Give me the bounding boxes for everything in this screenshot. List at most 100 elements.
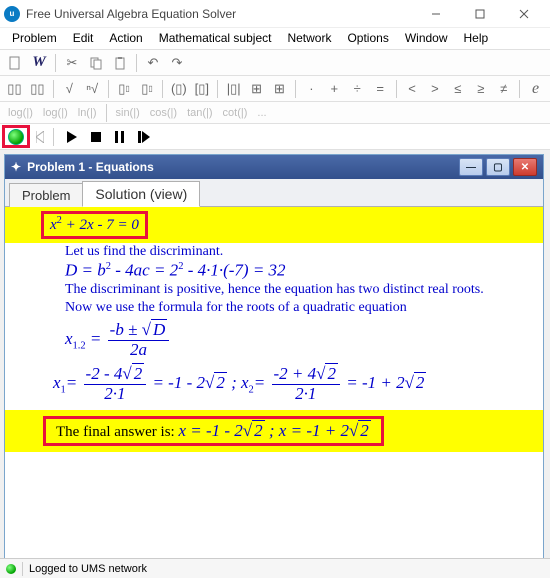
paren-icon[interactable]: (▯): [168, 78, 189, 100]
menu-problem[interactable]: Problem: [4, 28, 65, 49]
menu-options[interactable]: Options: [339, 28, 396, 49]
equation-box: x2 + 2x - 7 = 0: [41, 211, 148, 239]
wizard-icon[interactable]: W: [28, 52, 50, 74]
func-cot[interactable]: cot(|): [219, 107, 252, 119]
gt-icon[interactable]: >: [424, 78, 445, 100]
func-log2[interactable]: log(|): [39, 107, 72, 119]
child-title-bar[interactable]: ✦ Problem 1 - Equations — ▢ ✕: [5, 155, 543, 179]
frac-2col-icon[interactable]: ▯▯: [4, 78, 25, 100]
skip-back-icon[interactable]: [36, 131, 44, 143]
highlight-record: [2, 125, 30, 148]
child-window: ✦ Problem 1 - Equations — ▢ ✕ Problem So…: [4, 154, 544, 578]
separator: [519, 80, 520, 98]
mdi-area: ✦ Problem 1 - Equations — ▢ ✕ Problem So…: [0, 150, 550, 578]
final-answer-box: The final answer is: x = -1 - 2√2 ; x = …: [43, 416, 384, 446]
sub-icon[interactable]: ▯▯: [137, 78, 158, 100]
abs-icon[interactable]: |▯|: [223, 78, 244, 100]
pause-icon[interactable]: [111, 128, 129, 146]
tab-solution[interactable]: Solution (view): [82, 181, 200, 207]
toolbar-math: ▯▯ ▯▯ √ ⁿ√ ▯▯ ▯▯ (▯) [▯] |▯| ⊞ ⊞ · + ÷ =…: [0, 76, 550, 102]
separator: [53, 80, 54, 98]
equation-highlight: x2 + 2x - 7 = 0: [5, 207, 543, 243]
playback-toolbar: [0, 124, 550, 150]
final-answer-label: The final answer is:: [56, 424, 178, 440]
child-minimize-button[interactable]: —: [459, 158, 483, 176]
stop-icon[interactable]: [87, 128, 105, 146]
separator: [53, 128, 54, 146]
window-controls: [414, 0, 546, 28]
lt-icon[interactable]: <: [402, 78, 423, 100]
menu-edit[interactable]: Edit: [65, 28, 102, 49]
narrative-line-3: Now we use the formula for the roots of …: [5, 299, 543, 317]
separator: [106, 104, 107, 122]
child-close-button[interactable]: ✕: [513, 158, 537, 176]
grid2-icon[interactable]: ⊞: [269, 78, 290, 100]
root-formula: x1.2 = -b ± √D2a: [5, 317, 543, 359]
tab-row: Problem Solution (view): [5, 179, 543, 207]
redo-icon[interactable]: ↷: [166, 52, 188, 74]
sup-icon[interactable]: ▯▯: [114, 78, 135, 100]
undo-icon[interactable]: ↶: [142, 52, 164, 74]
equals-icon[interactable]: =: [370, 78, 391, 100]
narrative-line-2: The discriminant is positive, hence the …: [5, 281, 543, 299]
menu-math-subject[interactable]: Mathematical subject: [151, 28, 280, 49]
child-title-text: Problem 1 - Equations: [27, 160, 154, 174]
menu-help[interactable]: Help: [456, 28, 497, 49]
maximize-button[interactable]: [458, 0, 502, 28]
func-ln[interactable]: ln(|): [74, 107, 101, 119]
minimize-button[interactable]: [414, 0, 458, 28]
copy-icon[interactable]: [85, 52, 107, 74]
separator: [22, 562, 23, 576]
window-title: Free Universal Algebra Equation Solver: [26, 7, 414, 21]
ge-icon[interactable]: ≥: [470, 78, 491, 100]
toolbar-functions: log(|) log(|) ln(|) sin(|) cos(|) tan(|)…: [0, 102, 550, 124]
play-icon[interactable]: [63, 128, 81, 146]
func-cos[interactable]: cos(|): [146, 107, 181, 119]
func-more[interactable]: ...: [253, 107, 270, 119]
toolbar-main: W ✂ ↶ ↷: [0, 50, 550, 76]
separator: [396, 80, 397, 98]
root-values: x1= -2 - 4√22·1 = -1 - 2√2 ; x2= -2 + 4√…: [5, 359, 543, 403]
frac-3col-icon[interactable]: ▯▯: [27, 78, 48, 100]
separator: [162, 80, 163, 98]
menu-network[interactable]: Network: [279, 28, 339, 49]
dot-icon[interactable]: ·: [301, 78, 322, 100]
status-indicator-icon: [6, 564, 16, 574]
separator: [295, 80, 296, 98]
radical-icon[interactable]: √: [59, 78, 80, 100]
narrative-line-1: Let us find the discriminant.: [5, 243, 543, 261]
plus-icon[interactable]: +: [324, 78, 345, 100]
bracket-icon[interactable]: [▯]: [191, 78, 212, 100]
e-const-icon[interactable]: e: [525, 78, 546, 100]
step-icon[interactable]: [135, 128, 153, 146]
divide-icon[interactable]: ÷: [347, 78, 368, 100]
func-log1[interactable]: log(|): [4, 107, 37, 119]
final-answer-highlight: The final answer is: x = -1 - 2√2 ; x = …: [5, 410, 543, 452]
func-tan[interactable]: tan(|): [183, 107, 216, 119]
separator: [136, 54, 137, 72]
nth-root-icon[interactable]: ⁿ√: [82, 78, 103, 100]
paste-icon[interactable]: [109, 52, 131, 74]
separator: [217, 80, 218, 98]
menu-bar: Problem Edit Action Mathematical subject…: [0, 28, 550, 50]
solution-body: x2 + 2x - 7 = 0 Let us find the discrimi…: [5, 207, 543, 578]
separator: [108, 80, 109, 98]
separator: [55, 54, 56, 72]
app-icon: u: [4, 6, 20, 22]
menu-action[interactable]: Action: [101, 28, 150, 49]
menu-window[interactable]: Window: [397, 28, 456, 49]
close-button[interactable]: [502, 0, 546, 28]
discriminant-expr: D = b2 - 4ac = 22 - 4·1·(-7) = 32: [5, 261, 543, 280]
func-sin[interactable]: sin(|): [112, 107, 144, 119]
tab-problem[interactable]: Problem: [9, 183, 83, 207]
status-text: Logged to UMS network: [29, 563, 147, 575]
new-icon[interactable]: [4, 52, 26, 74]
status-bar: Logged to UMS network: [0, 558, 550, 578]
grid-icon[interactable]: ⊞: [246, 78, 267, 100]
cut-icon[interactable]: ✂: [61, 52, 83, 74]
child-maximize-button[interactable]: ▢: [486, 158, 510, 176]
record-icon[interactable]: [8, 129, 24, 145]
title-bar: u Free Universal Algebra Equation Solver: [0, 0, 550, 28]
ne-icon[interactable]: ≠: [493, 78, 514, 100]
le-icon[interactable]: ≤: [447, 78, 468, 100]
